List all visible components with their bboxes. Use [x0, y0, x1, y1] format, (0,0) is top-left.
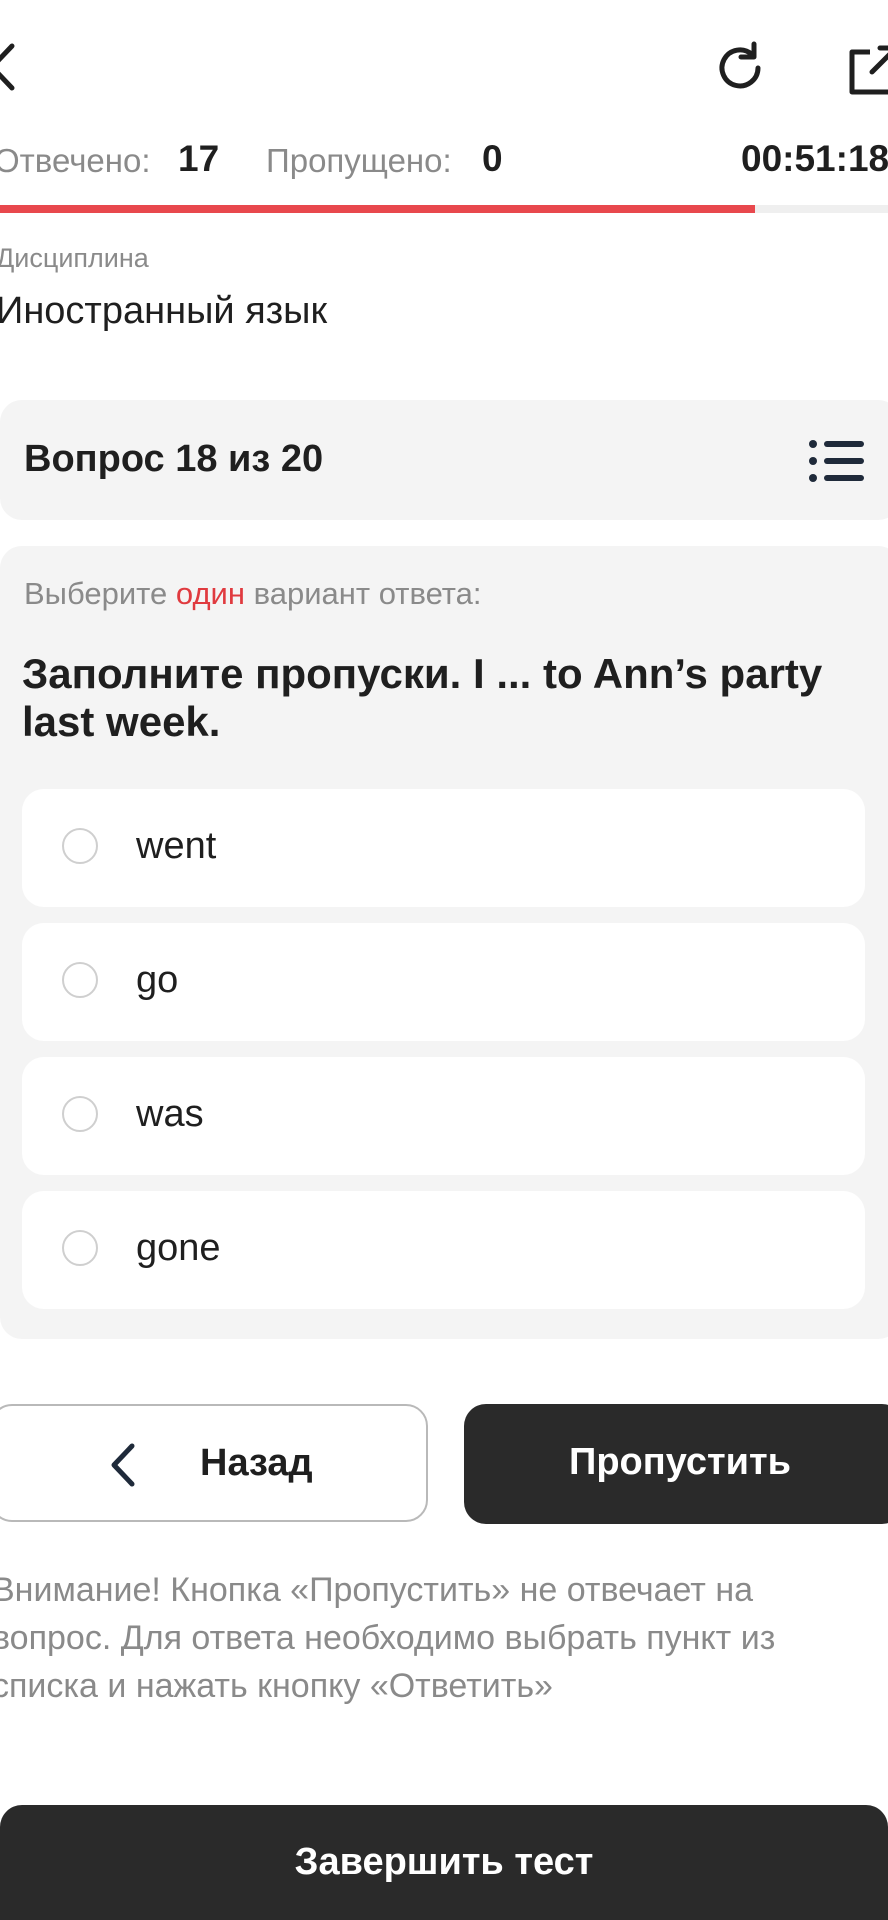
- external-link-icon[interactable]: [846, 42, 888, 98]
- instruction-accent: один: [175, 576, 245, 611]
- back-chevron-icon[interactable]: [0, 42, 16, 92]
- radio-button[interactable]: [62, 962, 98, 998]
- answer-option[interactable]: go: [22, 923, 865, 1041]
- finish-test-button[interactable]: Завершить тест: [0, 1805, 888, 1920]
- chevron-left-icon: [108, 1442, 138, 1493]
- skip-button-label: Пропустить: [569, 1441, 791, 1483]
- answer-option-label: went: [136, 825, 217, 867]
- answer-option-label: go: [136, 959, 179, 1001]
- finish-test-label: Завершить тест: [294, 1841, 594, 1883]
- answer-option[interactable]: went: [22, 789, 865, 907]
- answer-stats: Отвечено: 17 Пропущено: 0 00:51:18: [0, 138, 888, 188]
- progress-bar: [0, 205, 888, 213]
- back-button-label: Назад: [200, 1442, 313, 1484]
- question-list-icon[interactable]: [808, 438, 864, 484]
- answer-option[interactable]: was: [22, 1057, 865, 1175]
- discipline-name: Иностранный язык: [0, 290, 328, 332]
- skip-notice: Внимание! Кнопка «Пропустить» не отвечае…: [0, 1571, 776, 1705]
- back-button[interactable]: Назад: [0, 1404, 428, 1522]
- question-text: Заполните пропуски. I ... to Ann’s party…: [22, 650, 823, 745]
- answer-option-label: was: [136, 1093, 204, 1135]
- radio-button[interactable]: [62, 1230, 98, 1266]
- question-counter: Вопрос 18 из 20: [24, 438, 324, 480]
- answer-instruction: Выберите один вариант ответа:: [24, 576, 482, 612]
- instruction-suffix: вариант ответа:: [253, 576, 482, 611]
- refresh-icon[interactable]: [712, 40, 768, 96]
- question-card: Выберите один вариант ответа: Заполните …: [0, 546, 888, 1339]
- instruction-prefix: Выберите: [24, 576, 168, 611]
- top-bar: [0, 0, 888, 135]
- question-header: Вопрос 18 из 20: [0, 400, 888, 520]
- answered-label: Отвечено:: [0, 142, 151, 179]
- skipped-count: 0: [482, 138, 503, 179]
- radio-button[interactable]: [62, 828, 98, 864]
- progress-fill: [0, 205, 755, 213]
- radio-button[interactable]: [62, 1096, 98, 1132]
- timer: 00:51:18: [741, 138, 888, 179]
- answered-count: 17: [178, 138, 220, 179]
- answer-option[interactable]: gone: [22, 1191, 865, 1309]
- discipline-caption: Дисциплина: [0, 243, 149, 273]
- skipped-label: Пропущено:: [266, 142, 452, 179]
- skip-button[interactable]: Пропустить: [464, 1404, 888, 1524]
- answer-option-label: gone: [136, 1227, 221, 1269]
